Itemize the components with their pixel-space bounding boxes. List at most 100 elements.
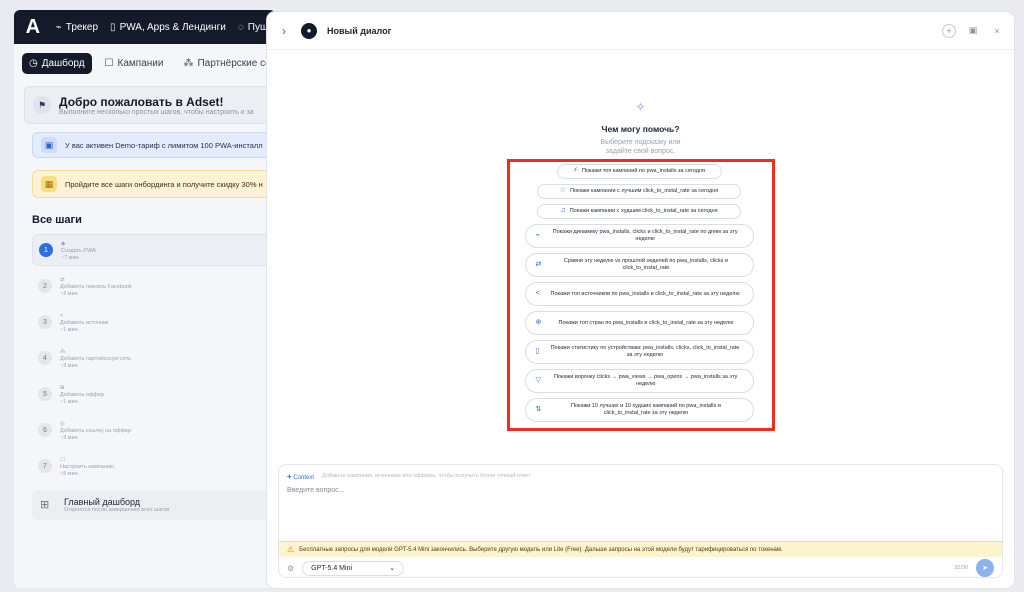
grid-icon: ⊞	[40, 499, 50, 511]
suggestion-text: Покажи воронку clicks → pwa_views → pwa_…	[553, 374, 738, 387]
context-button[interactable]: + Context	[287, 472, 314, 481]
tab-campaigns[interactable]: ☐ Кампании	[98, 53, 171, 74]
step-label: Добавить партнёрскую сеть	[60, 355, 132, 362]
suggestion-chip[interactable]: ⊕ Покажи топ стран по pwa_installs и clic…	[524, 311, 754, 335]
suggestion-text: Покажи топ источников по pwa_installs и …	[550, 290, 740, 297]
nav-pwa-label: PWA, Apps & Лендинги	[119, 21, 226, 33]
send-button[interactable]: ➤	[976, 559, 994, 577]
suggestion-chip[interactable]: ♫ Покажи кампании с худшим click_to_insta…	[537, 204, 741, 219]
flag-icon: ⚑	[33, 96, 51, 114]
step-icon: ◎	[60, 420, 65, 427]
context-label: Context	[293, 474, 315, 481]
step-item[interactable]: 1 ◆ Создать PWA ~7 мин	[32, 234, 276, 266]
suggestion-chip[interactable]: ⚡ Покажи топ кампаний по pwa_installs за …	[556, 164, 722, 179]
help-hint: Выберите подсказку или задайте свой вопр…	[600, 139, 681, 156]
suggestion-icon: ▯	[535, 347, 540, 355]
tab-partner-networks[interactable]: ⁂ Партнёрские сети	[176, 53, 276, 74]
nav-tracker[interactable]: ⌁ Трекер	[56, 22, 98, 33]
step-item[interactable]: 4 ⁂ Добавить партнёрскую сеть ~3 мин	[32, 342, 276, 374]
suggestion-text: Покажи динамику pwa_installs, clicks и c…	[552, 229, 738, 242]
chevron-down-icon: ⌄	[389, 565, 396, 572]
step-text: ◎ Добавить ссылку на оффер ~3 мин	[60, 420, 131, 441]
step-icon: <	[60, 312, 64, 319]
model-select[interactable]: GPT-5.4 Mini ⌄	[302, 560, 405, 576]
history-icon[interactable]: ▣	[966, 24, 980, 38]
suggestion-text: Покажи кампании с худшим click_to_instal…	[569, 208, 718, 215]
suggestion-icon: ⇄	[535, 260, 542, 268]
step-item[interactable]: 6 ◎ Добавить ссылку на оффер ~3 мин	[32, 414, 276, 446]
suggestion-icon: ♫	[560, 207, 566, 215]
step-number: 1	[39, 243, 53, 257]
step-item[interactable]: 3 < Добавить источник ~1 мин	[32, 306, 276, 338]
suggestion-chip[interactable]: ⇅ Покажи 10 лучших и 10 худших кампаний п…	[524, 398, 754, 422]
suggestion-chip[interactable]: ☆ Покажи кампании с лучшим click_to_insta…	[537, 184, 741, 199]
step-item[interactable]: 2 ⇄ Добавить пиксель Facebook ~2 мин	[32, 270, 276, 302]
step-icon: ⊞	[60, 384, 65, 391]
step-label: Создать PWA	[61, 247, 96, 254]
step-text: ⇄ Добавить пиксель Facebook ~2 мин	[60, 276, 132, 297]
step-title: ☐ Настроить кампанию	[60, 457, 114, 470]
tab-dashboard[interactable]: ◷ Дашборд	[22, 52, 92, 74]
nav-push-label: Пуш	[247, 21, 268, 33]
suggestion-text: Покажи 10 лучших и 10 худших кампаний по…	[570, 403, 721, 416]
suggestion-text: Покажи кампании с лучшим click_to_instal…	[570, 188, 719, 195]
suggestion-icon: ▽	[535, 376, 541, 384]
model-limit-warning: ⚠ Бесплатные запросы для модели GPT-5.4 …	[279, 541, 1002, 557]
suggestion-icon: ☆	[559, 187, 567, 195]
suggestion-chip[interactable]: ▽ Покажи воронку clicks → pwa_views → pwa…	[524, 369, 754, 393]
nav-tracker-label: Трекер	[65, 21, 99, 33]
question-input[interactable]: Введите вопрос...	[279, 487, 1002, 541]
model-limit-warning-text: Бесплатные запросы для модели GPT-5.4 Mi…	[299, 546, 783, 553]
chat-panel: › ● Новый диалог + ▣ × ✧ Чем могу помочь…	[267, 12, 1014, 588]
chat-composer: + Context Добавьте кампании, источники и…	[278, 464, 1003, 578]
step-number: 3	[38, 315, 52, 329]
step-title: ◆ Создать PWA	[61, 241, 96, 254]
step-label: Добавить оффер	[60, 391, 105, 398]
close-icon[interactable]: ×	[990, 24, 1004, 38]
composer-bottom-bar: ⚙ GPT-5.4 Mini ⌄ 30/30 ➤	[279, 557, 1002, 577]
campaign-icon: ☐	[104, 57, 114, 69]
nav-push[interactable]: ◌ Пуш	[238, 22, 268, 33]
welcome-card: ⚑ Добро пожаловать в Adset! Выполните не…	[24, 86, 276, 124]
step-text: ☐ Настроить кампанию ~5 мин	[60, 456, 114, 477]
suggestion-icon: ⌁	[535, 231, 540, 239]
gift-icon: ▦	[41, 176, 57, 192]
suggestion-chip[interactable]: ▯ Покажи статистику по устройствам: pwa_i…	[524, 340, 754, 364]
step-title: ◎ Добавить ссылку на оффер	[60, 421, 131, 434]
step-time: ~2 мин	[60, 290, 78, 297]
adset-logo[interactable]: A	[22, 15, 44, 39]
dashboard-icon: ◷	[29, 57, 38, 69]
suggestion-chip[interactable]: ⇄ Сравни эту неделю vs прошлой неделей по…	[524, 253, 754, 277]
suggestion-text: Покажи топ кампаний по pwa_installs за с…	[581, 168, 705, 175]
context-hint: Добавьте кампании, источники или офферы,…	[322, 473, 531, 479]
settings-icon[interactable]: ⚙	[287, 564, 294, 573]
step-label: Добавить источник	[60, 319, 109, 326]
network-icon: ⁂	[183, 57, 194, 69]
warning-icon: ⚠	[287, 545, 295, 554]
step-item[interactable]: 7 ☐ Настроить кампанию ~5 мин	[32, 450, 276, 482]
new-chat-button[interactable]: +	[942, 23, 956, 38]
demo-tariff-text: У вас активен Demo-тариф с лимитом 100 P…	[65, 140, 263, 150]
step-time: ~3 мин	[60, 362, 78, 369]
tab-partner-networks-label: Партнёрские сети	[197, 57, 276, 69]
step-item[interactable]: 5 ⊞ Добавить оффер ~1 мин	[32, 378, 276, 410]
chat-header: › ● Новый диалог + ▣ ×	[267, 12, 1014, 50]
top-navigation: A ⌁ Трекер ▯ PWA, Apps & Лендинги ◌ Пуш	[14, 10, 276, 44]
plus-icon: +	[287, 471, 292, 481]
step-time: ~3 мин	[60, 434, 78, 441]
step-icon: ⇄	[60, 276, 65, 283]
main-dashboard-title: Главный дашборд	[64, 497, 141, 507]
all-steps-title: Все шаги	[32, 214, 82, 226]
chevron-right-icon[interactable]: ›	[277, 24, 291, 38]
sparkle-icon: ✧	[635, 100, 646, 114]
suggestion-chip[interactable]: < Покажи топ источников по pwa_installs и…	[524, 282, 754, 306]
step-title: ⊞ Добавить оффер	[60, 385, 104, 398]
step-time: ~5 мин	[60, 470, 78, 477]
onboarding-discount-notice: ▦ Пройдите все шаги онбординга и получит…	[32, 170, 276, 198]
step-text: < Добавить источник ~1 мин	[60, 312, 108, 333]
step-text: ⊞ Добавить оффер ~1 мин	[60, 384, 104, 405]
suggestion-chip[interactable]: ⌁ Покажи динамику pwa_installs, clicks и …	[524, 224, 754, 248]
nav-pwa[interactable]: ▯ PWA, Apps & Лендинги	[110, 22, 226, 33]
step-label: Добавить ссылку на оффер	[60, 427, 132, 434]
app: A ⌁ Трекер ▯ PWA, Apps & Лендинги ◌ Пуш …	[0, 0, 1024, 592]
